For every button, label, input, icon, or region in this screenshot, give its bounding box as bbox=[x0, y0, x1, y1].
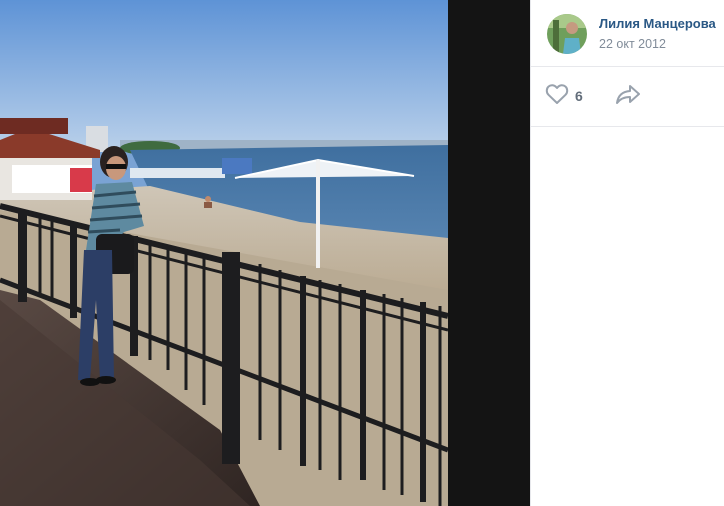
heart-outline-icon bbox=[545, 83, 569, 110]
post-date[interactable]: 22 окт 2012 bbox=[599, 37, 666, 51]
like-button[interactable]: 6 bbox=[545, 83, 583, 109]
photo-viewer bbox=[0, 0, 530, 506]
author-link[interactable]: Лилия Манцерова bbox=[599, 16, 716, 31]
avatar[interactable] bbox=[547, 14, 587, 54]
post-actions: 6 bbox=[531, 66, 724, 127]
post-header: Лилия Манцерова 22 окт 2012 bbox=[531, 0, 724, 67]
post-sidebar: Лилия Манцерова 22 окт 2012 6 bbox=[530, 0, 724, 506]
photo[interactable] bbox=[0, 0, 448, 506]
like-count: 6 bbox=[575, 88, 583, 104]
share-arrow-icon bbox=[615, 84, 641, 109]
share-button[interactable] bbox=[613, 83, 643, 109]
